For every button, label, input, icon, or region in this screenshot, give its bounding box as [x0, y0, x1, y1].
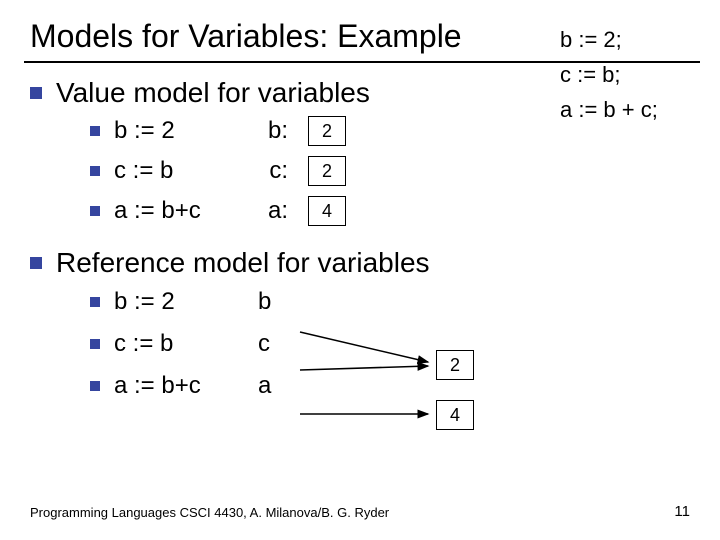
section-heading: Reference model for variables	[56, 247, 430, 279]
bullet-icon	[90, 206, 100, 216]
slide-title: Models for Variables: Example	[30, 18, 462, 55]
value-box: 2	[308, 116, 346, 146]
ref-row: c := b c	[90, 325, 690, 363]
ref-box-shared: 2	[436, 350, 474, 380]
value-box: 2	[308, 156, 346, 186]
assign-text: c := b	[114, 330, 244, 358]
page-number: 11	[674, 503, 690, 520]
ref-row: b := 2 b	[90, 283, 690, 321]
ref-row: a := b+c a	[90, 367, 690, 405]
code-line: c := b;	[560, 57, 658, 92]
example-code: b := 2; c := b; a := b + c;	[560, 22, 658, 128]
value-item: b := 2 b: 2	[114, 113, 346, 149]
var-label: c	[258, 330, 274, 358]
bullet-icon	[90, 339, 100, 349]
assign-text: a := b+c	[114, 197, 244, 225]
assign-text: b := 2	[114, 117, 244, 145]
code-line: b := 2;	[560, 22, 658, 57]
code-line: a := b + c;	[560, 92, 658, 127]
section-heading: Value model for variables	[56, 77, 370, 109]
var-label: a:	[258, 197, 288, 225]
bullet-icon	[90, 126, 100, 136]
ref-item: b := 2 b	[114, 283, 274, 321]
value-item: c := b c: 2	[114, 153, 346, 189]
var-label: a	[258, 372, 274, 400]
ref-item: c := b c	[114, 325, 274, 363]
value-item: a := b+c a: 4	[114, 193, 346, 229]
bullet-icon	[90, 166, 100, 176]
bullet-icon	[90, 297, 100, 307]
value-row: a := b+c a: 4	[90, 193, 690, 229]
var-label: c:	[258, 157, 288, 185]
var-label: b	[258, 288, 274, 316]
assign-text: c := b	[114, 157, 244, 185]
ref-item: a := b+c a	[114, 367, 274, 405]
bullet-icon	[30, 257, 42, 269]
bullet-icon	[90, 381, 100, 391]
ref-box-a: 4	[436, 400, 474, 430]
footer-text: Programming Languages CSCI 4430, A. Mila…	[30, 505, 389, 520]
value-box: 4	[308, 196, 346, 226]
value-row: c := b c: 2	[90, 153, 690, 189]
bullet-icon	[30, 87, 42, 99]
section-heading-row: Reference model for variables	[30, 247, 690, 279]
var-label: b:	[258, 117, 288, 145]
assign-text: a := b+c	[114, 372, 244, 400]
assign-text: b := 2	[114, 288, 244, 316]
slide: Models for Variables: Example b := 2; c …	[0, 0, 720, 540]
